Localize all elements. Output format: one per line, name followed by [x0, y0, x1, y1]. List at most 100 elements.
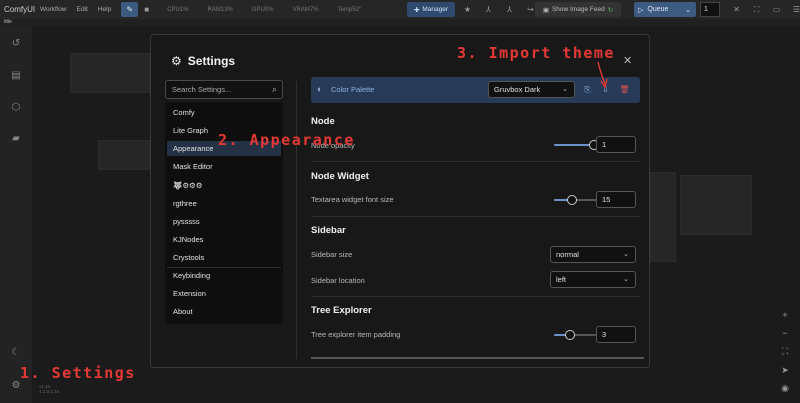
section-divider	[311, 161, 640, 162]
fullscreen-icon[interactable]: ⛶	[748, 2, 765, 17]
category-about[interactable]: About	[167, 304, 281, 319]
stat-vram: VRAM7%	[292, 6, 319, 13]
sidebar-location-label: Sidebar location	[311, 276, 365, 285]
refresh-icon: ↻	[607, 6, 614, 14]
hamburger-icon[interactable]: ☰	[788, 2, 800, 17]
canvas-node	[650, 172, 676, 262]
category-comfy[interactable]: Comfy	[167, 105, 281, 120]
tab-strip	[0, 19, 800, 26]
nodes-icon[interactable]: ⅄	[480, 2, 497, 17]
top-toolbar-icons: ★ ⅄ ⅄ ↪	[459, 2, 539, 17]
font-size-label: Textarea widget font size	[311, 195, 394, 204]
pointer-icon[interactable]: ➤	[777, 363, 793, 377]
stat-cpu: CPU1%	[167, 6, 189, 13]
annotation-settings: 1. Settings	[20, 364, 136, 382]
image-feed-button[interactable]: ▣ Show Image Feed ↻	[535, 2, 621, 17]
annotation-appearance: 2. Appearance	[218, 131, 355, 149]
dialog-header: ⚙ Settings	[171, 54, 235, 68]
play-icon: ▷	[638, 6, 644, 14]
workflow-tab-title[interactable]: title	[4, 19, 12, 25]
category-mask-editor[interactable]: Mask Editor	[167, 159, 281, 174]
node-opacity-slider[interactable]	[554, 140, 599, 150]
slider-thumb[interactable]	[567, 195, 577, 205]
queue-button[interactable]: ▷ Queue ⌄	[634, 2, 696, 17]
fit-view-icon[interactable]: ⛶	[777, 344, 793, 358]
sidebar-location-value: left	[556, 275, 567, 284]
annotation-import-theme: 3. Import theme	[457, 44, 615, 62]
category-rgthree[interactable]: rgthree	[167, 196, 281, 211]
canvas-node	[70, 53, 150, 93]
close-icon[interactable]: ✕	[728, 2, 745, 17]
slider-thumb[interactable]	[565, 330, 575, 340]
annotation-arrow	[597, 61, 608, 89]
palette-select[interactable]: Gruvbox Dark ⌄	[488, 81, 575, 98]
tree-padding-input[interactable]: 3	[596, 326, 636, 343]
panel-divider	[296, 81, 297, 359]
brush-icon[interactable]: ✎	[121, 2, 139, 17]
tree-padding-label: Tree explorer item padding	[311, 330, 401, 339]
canvas-node	[98, 140, 150, 170]
eye-icon[interactable]: ◉	[777, 381, 793, 395]
category-extension[interactable]: Extension	[167, 286, 281, 301]
stat-gpu: GPU0%	[251, 6, 274, 13]
chevron-down-icon: ⌄	[623, 276, 629, 283]
zoom-out-icon[interactable]: −	[777, 326, 793, 340]
panel-icon[interactable]: ▭	[768, 2, 785, 17]
zoom-in-icon[interactable]: +	[777, 308, 793, 322]
menu-help[interactable]: Help	[98, 6, 111, 13]
canvas-node	[680, 175, 752, 235]
category-kjnodes[interactable]: KJNodes	[167, 232, 281, 247]
search-placeholder: Search Settings...	[172, 85, 232, 94]
category-emoji[interactable]: 🐺⚙⚙⚙	[167, 178, 281, 193]
window-icons: ✕ ⛶ ▭ ☰	[728, 2, 800, 17]
chevron-down-icon: ⌄	[562, 86, 568, 93]
version-line: 1.2.0:1.16	[39, 389, 60, 394]
stat-ram: RAM13%	[207, 6, 233, 13]
menu-edit[interactable]: Edit	[77, 6, 88, 13]
font-size-input[interactable]: 15	[596, 191, 636, 208]
queue-label: Queue	[647, 6, 669, 13]
cube-icon[interactable]: ⬡	[8, 99, 24, 115]
delete-theme-icon[interactable]: 🗑	[618, 83, 631, 96]
moon-icon[interactable]: ☾	[8, 344, 24, 360]
folder-icon[interactable]: ▰	[8, 130, 24, 146]
sidebar-size-select[interactable]: normal ⌄	[550, 246, 636, 263]
section-sidebar-title: Sidebar	[311, 225, 346, 236]
history-icon[interactable]: ↺	[8, 35, 24, 51]
image-feed-label: Show Image Feed	[551, 6, 605, 13]
section-node-title: Node	[311, 116, 335, 127]
star-icon[interactable]: ★	[459, 2, 476, 17]
settings-dialog: ⚙ Settings ✕ Search Settings... ⌕ Comfy …	[150, 34, 650, 368]
search-input[interactable]: Search Settings... ⌕	[165, 80, 283, 99]
section-divider	[311, 216, 640, 217]
manager-button[interactable]: ✚ Manager	[407, 2, 455, 17]
chevron-down-icon[interactable]: ⌄	[685, 6, 691, 14]
section-node-widget-title: Node Widget	[311, 171, 369, 182]
section-tree-explorer-title: Tree Explorer	[311, 305, 372, 316]
section-divider	[311, 296, 640, 297]
font-size-slider[interactable]	[554, 195, 599, 205]
palette-icon: ◐	[317, 84, 323, 94]
queue-count-input[interactable]: 1	[700, 2, 720, 17]
category-pysssss[interactable]: pysssss	[167, 214, 281, 229]
manager-label: Manager	[422, 6, 449, 13]
palette-selected: Gruvbox Dark	[494, 85, 541, 94]
image-icon: ▣	[542, 6, 549, 14]
menu-workflow[interactable]: Workflow	[40, 6, 67, 13]
left-sidebar: ↺ ▤ ⬡ ▰ ☾ ⚙	[0, 26, 32, 403]
category-crystools[interactable]: Crystools	[167, 250, 281, 265]
model-icon[interactable]: ⅄	[501, 2, 518, 17]
stop-icon[interactable]: ■	[138, 2, 155, 17]
tree-padding-slider[interactable]	[554, 330, 599, 340]
node-opacity-input[interactable]: 1	[596, 136, 636, 153]
slider-fill	[554, 144, 594, 146]
chevron-down-icon: ⌄	[623, 251, 629, 258]
close-icon[interactable]: ✕	[623, 54, 632, 67]
stat-temp: Temp52°	[337, 6, 362, 13]
sidebar-location-select[interactable]: left ⌄	[550, 271, 636, 288]
category-keybinding[interactable]: Keybinding	[167, 268, 281, 283]
export-theme-icon[interactable]: ⎘	[581, 83, 594, 96]
queue-list-icon[interactable]: ▤	[8, 67, 24, 83]
sidebar-size-label: Sidebar size	[311, 250, 353, 259]
color-palette-row: ◐ Color Palette Gruvbox Dark ⌄ ⎘ ⇩ 🗑	[311, 77, 640, 103]
